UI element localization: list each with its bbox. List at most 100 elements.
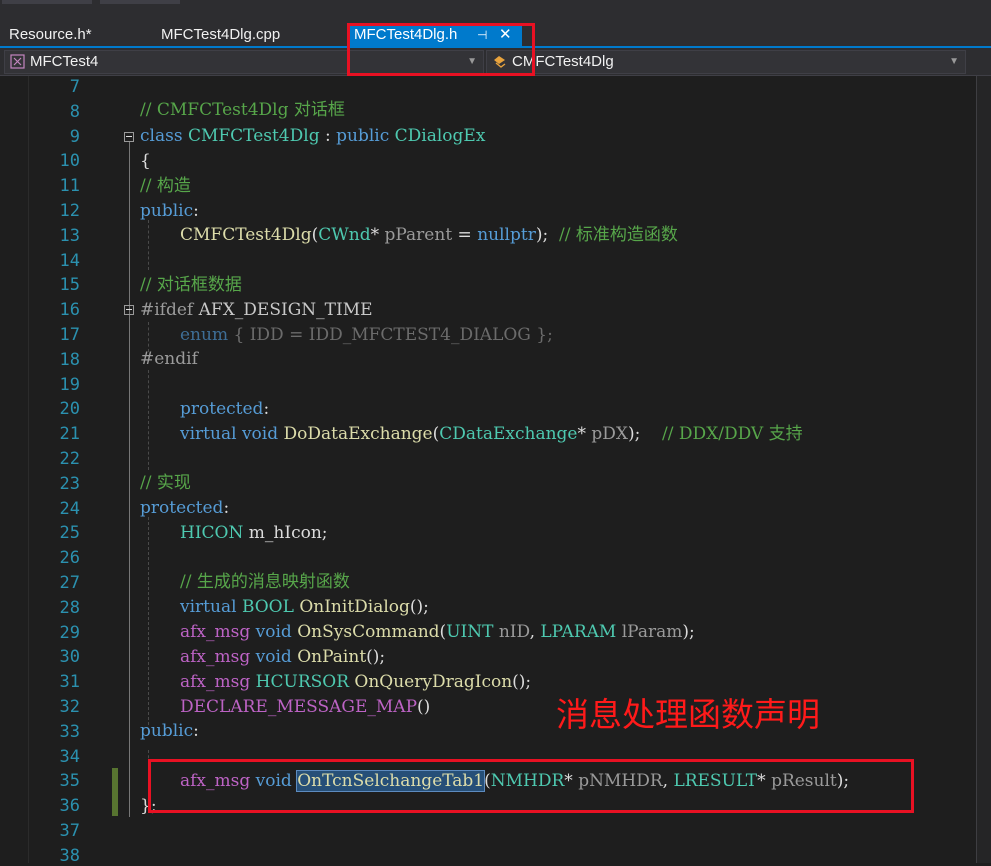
highlight-box-active-tab [347, 23, 535, 76]
gutter-divider [28, 76, 29, 863]
function-name: DoDataExchange [283, 424, 433, 444]
collapse-toggle[interactable] [124, 305, 134, 315]
punctuation: : [193, 721, 199, 741]
enum-body: { IDD = IDD_MFCTEST4_DIALOG }; [228, 325, 553, 345]
line-number: 24 [59, 498, 80, 519]
line-number: 12 [59, 201, 80, 221]
macro: afx_msg [180, 672, 251, 692]
line-number: 15 [59, 275, 80, 296]
comment: // DDX/DDV 支持 [662, 424, 803, 444]
line-number: 9 [69, 126, 80, 147]
code-line-12: public: [140, 201, 199, 221]
line-number: 29 [59, 622, 80, 643]
line-number: 8 [69, 101, 80, 122]
function-name: OnInitDialog [299, 597, 410, 617]
code-line-15: // 对话框数据 [140, 275, 242, 295]
line-number: 16 [59, 300, 80, 321]
vertical-scrollbar[interactable] [976, 76, 991, 863]
tab-mfctest4dlg-cpp[interactable]: MFCTest4Dlg.cpp [161, 24, 280, 46]
keyword: virtual [180, 424, 237, 444]
code-line-9: class CMFCTest4Dlg : public CDialogEx [140, 126, 485, 146]
preprocessor-directive: #endif [140, 349, 198, 369]
line-number: 30 [59, 647, 80, 668]
type: HICON [180, 523, 244, 543]
keyword: class [140, 126, 183, 146]
line-number: 33 [59, 721, 80, 742]
keyword: void [255, 647, 292, 667]
line-number: 28 [59, 597, 80, 618]
project-name: MFCTest4 [30, 53, 99, 70]
fold-region-line [129, 142, 130, 817]
function-name: OnPaint [297, 647, 367, 667]
line-number: 27 [59, 573, 80, 593]
tab-strip-edge [100, 0, 180, 4]
type: CWnd [318, 225, 371, 245]
punctuation: , [529, 622, 541, 642]
punctuation: : [193, 201, 199, 221]
class-name: CMFCTest4Dlg [187, 126, 320, 146]
chevron-down-icon[interactable]: ▼ [949, 51, 959, 73]
macro: AFX_DESIGN_TIME [198, 300, 373, 320]
line-number: 19 [59, 374, 80, 395]
punctuation: = [452, 225, 478, 245]
line-number: 23 [59, 473, 80, 494]
keyword: protected [140, 498, 224, 518]
type: HCURSOR [255, 672, 349, 692]
code-line-13: CMFCTest4Dlg(CWnd* pParent = nullptr); /… [180, 225, 678, 245]
punctuation: (); [512, 672, 532, 692]
macro: DECLARE_MESSAGE_MAP [180, 697, 418, 717]
punctuation: * [370, 225, 385, 245]
code-line-25: HICON m_hIcon; [180, 523, 328, 543]
code-line-8: // CMFCTest4Dlg 对话框 [140, 100, 345, 120]
line-number: 7 [69, 77, 80, 97]
annotation-label: 消息处理函数声明 [556, 695, 820, 734]
code-line-27: // 生成的消息映射函数 [180, 572, 350, 592]
keyword: protected [180, 399, 264, 419]
base-class: CDialogEx [394, 126, 486, 146]
punctuation: () [417, 697, 431, 717]
type: LPARAM [540, 622, 617, 642]
code-line-20: protected: [180, 399, 269, 419]
punctuation: ); [535, 225, 560, 245]
line-number: 22 [59, 449, 80, 469]
function-name: OnSysCommand [297, 622, 440, 642]
code-line-29: afx_msg void OnSysCommand(UINT nID, LPAR… [180, 622, 695, 642]
tab-strip-edge [2, 0, 92, 4]
parameter: pDX [591, 424, 629, 444]
member-declaration: m_hIcon; [243, 523, 328, 543]
comment: // CMFCTest4Dlg 对话框 [140, 100, 345, 120]
line-number: 26 [59, 548, 80, 569]
keyword: void [255, 622, 292, 642]
macro: afx_msg [180, 647, 251, 667]
preprocessor-directive: #ifdef [140, 300, 194, 320]
code-line-21: virtual void DoDataExchange(CDataExchang… [180, 424, 803, 444]
comment: // 构造 [140, 176, 191, 196]
tab-resource-h[interactable]: Resource.h* [9, 24, 92, 46]
project-icon [10, 54, 25, 69]
keyword: virtual [180, 597, 237, 617]
comment: // 生成的消息映射函数 [180, 572, 350, 592]
code-line-11: // 构造 [140, 176, 191, 196]
comment: // 标准构造函数 [559, 225, 678, 245]
indent-guide [148, 322, 149, 352]
code-line-17: enum { IDD = IDD_MFCTEST4_DIALOG }; [180, 325, 553, 345]
code-line-30: afx_msg void OnPaint(); [180, 647, 385, 667]
line-number: 20 [59, 399, 80, 420]
line-number: 37 [59, 821, 80, 841]
code-line-31: afx_msg HCURSOR OnQueryDragIcon(); [180, 672, 531, 692]
line-number: 36 [59, 796, 80, 817]
line-number: 17 [59, 325, 80, 345]
class-scope-dropdown[interactable]: CMFCTest4Dlg ▼ [486, 50, 966, 74]
code-line-18: #endif [140, 349, 198, 369]
line-number: 32 [59, 697, 80, 717]
macro: afx_msg [180, 622, 251, 642]
comment: // 对话框数据 [140, 275, 242, 295]
punctuation: (); [409, 597, 429, 617]
punctuation: ); [682, 622, 695, 642]
punctuation: : [263, 399, 270, 419]
line-number: 11 [59, 176, 80, 197]
collapse-toggle[interactable] [124, 132, 134, 142]
type: CDataExchange [439, 424, 578, 444]
parameter: lParam [621, 622, 683, 642]
parameter: nID [498, 622, 530, 642]
